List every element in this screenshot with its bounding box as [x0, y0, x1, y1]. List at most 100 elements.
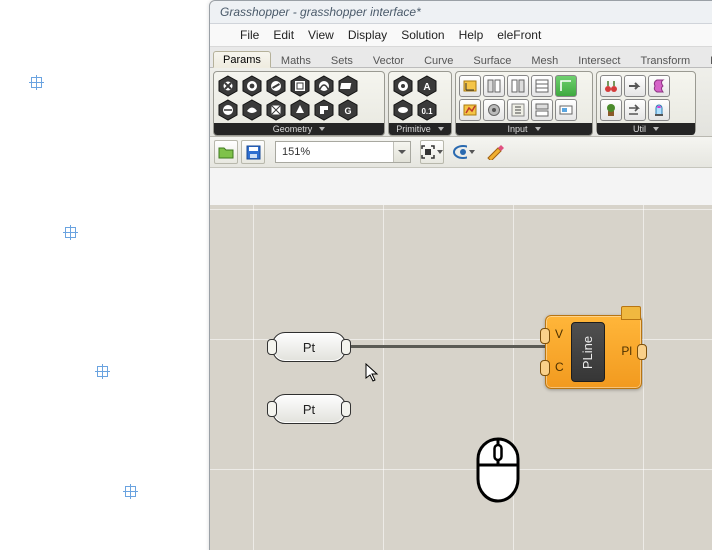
tab-sets[interactable]: Sets — [321, 52, 363, 68]
crop-marker — [65, 227, 76, 238]
param-point-node[interactable]: Pt — [272, 394, 346, 424]
geometry-icon[interactable] — [289, 75, 311, 97]
geometry-icon[interactable] — [265, 99, 287, 121]
geometry-icon[interactable] — [313, 75, 335, 97]
mouse-hint-icon — [475, 437, 521, 503]
util-icon[interactable] — [624, 75, 646, 97]
geometry-icon[interactable] — [217, 75, 239, 97]
menu-elefront[interactable]: eleFront — [497, 28, 541, 42]
output-port-pl[interactable]: Pl — [621, 344, 632, 358]
svg-text:A: A — [423, 82, 430, 93]
panel-label[interactable]: Geometry — [214, 123, 384, 135]
panel-label[interactable]: Input — [456, 123, 592, 135]
menu-solution[interactable]: Solution — [401, 28, 444, 42]
component-body[interactable]: PLine — [571, 322, 605, 382]
tab-curve[interactable]: Curve — [414, 52, 463, 68]
ribbon-panel-input: Input — [455, 71, 593, 136]
menu-file[interactable]: File — [240, 28, 259, 42]
input-icon[interactable] — [459, 99, 481, 121]
util-icon[interactable] — [600, 75, 622, 97]
geometry-icon[interactable]: G — [337, 99, 359, 121]
input-icon[interactable] — [531, 99, 553, 121]
ribbon-panel-geometry: G Geometry — [213, 71, 385, 136]
quick-toolbar: 151% — [210, 137, 712, 168]
crop-marker — [125, 486, 136, 497]
input-icon[interactable] — [483, 99, 505, 121]
app-window: Grasshopper - grasshopper interface* Fil… — [209, 0, 712, 550]
menu-edit[interactable]: Edit — [273, 28, 294, 42]
tab-intersect[interactable]: Intersect — [568, 52, 630, 68]
menu-help[interactable]: Help — [459, 28, 484, 42]
node-input-grip[interactable] — [540, 328, 550, 344]
svg-text:G: G — [344, 106, 351, 116]
ribbon: G Geometry A 0.1 Primitive — [210, 68, 712, 137]
crop-marker — [97, 366, 108, 377]
util-icon[interactable] — [648, 99, 670, 121]
svg-text:0.1: 0.1 — [421, 107, 433, 116]
sketch-button[interactable] — [484, 141, 506, 163]
primitive-icon[interactable] — [392, 99, 414, 121]
crop-marker — [31, 77, 42, 88]
tab-params[interactable]: Params — [213, 51, 271, 68]
wire[interactable] — [345, 345, 550, 348]
tab-surface[interactable]: Surface — [463, 52, 521, 68]
input-icon[interactable] — [531, 75, 553, 97]
component-label: PLine — [581, 335, 596, 368]
input-port-c[interactable]: C — [555, 360, 564, 374]
ribbon-panel-util: Util — [596, 71, 696, 134]
geometry-icon[interactable] — [289, 99, 311, 121]
node-output-grip[interactable] — [637, 344, 647, 360]
geometry-icon[interactable] — [241, 99, 263, 121]
save-button[interactable] — [241, 140, 265, 164]
menu-bar: File Edit View Display Solution Help ele… — [210, 24, 712, 47]
node-label: Pt — [303, 402, 315, 417]
primitive-icon[interactable]: 0.1 — [416, 99, 438, 121]
geometry-icon[interactable] — [265, 75, 287, 97]
util-icon[interactable] — [648, 75, 670, 97]
open-button[interactable] — [214, 140, 238, 164]
node-input-grip[interactable] — [540, 360, 550, 376]
panel-label[interactable]: Util — [597, 123, 695, 135]
tab-display-partial[interactable]: Displa — [700, 52, 712, 68]
tab-bar: Params Maths Sets Vector Curve Surface M… — [210, 47, 712, 68]
primitive-icon[interactable]: A — [416, 75, 438, 97]
input-port-v[interactable]: V — [555, 327, 563, 341]
component-warning-flag[interactable] — [621, 306, 641, 320]
menu-display[interactable]: Display — [348, 28, 387, 42]
tab-mesh[interactable]: Mesh — [521, 52, 568, 68]
node-input-grip[interactable] — [267, 339, 277, 355]
zoom-value: 151% — [282, 146, 310, 158]
polyline-component[interactable]: V C PLine Pl — [545, 315, 642, 389]
node-output-grip[interactable] — [341, 401, 351, 417]
zoom-extents-button[interactable] — [420, 140, 444, 164]
node-label: Pt — [303, 340, 315, 355]
ribbon-panel-primitive: A 0.1 Primitive — [388, 71, 452, 136]
input-icon[interactable] — [555, 75, 577, 97]
input-icon[interactable] — [459, 75, 481, 97]
util-icon[interactable] — [600, 99, 622, 121]
canvas[interactable]: Pt Pt V C PLine Pl — [210, 205, 712, 550]
geometry-icon[interactable] — [337, 75, 359, 97]
window-title: Grasshopper - grasshopper interface* — [210, 1, 712, 24]
input-icon[interactable] — [555, 99, 577, 121]
tab-transform[interactable]: Transform — [630, 52, 700, 68]
param-point-node[interactable]: Pt — [272, 332, 346, 362]
zoom-dropdown-icon[interactable] — [393, 142, 410, 162]
geometry-icon[interactable] — [217, 99, 239, 121]
cursor-icon — [365, 363, 379, 383]
zoom-combo[interactable]: 151% — [275, 141, 411, 163]
menu-view[interactable]: View — [308, 28, 334, 42]
input-icon[interactable] — [507, 75, 529, 97]
tab-vector[interactable]: Vector — [363, 52, 414, 68]
node-output-grip[interactable] — [341, 339, 351, 355]
node-input-grip[interactable] — [267, 401, 277, 417]
geometry-icon[interactable] — [241, 75, 263, 97]
preview-button[interactable] — [453, 141, 475, 163]
tab-maths[interactable]: Maths — [271, 52, 321, 68]
panel-label[interactable]: Primitive — [389, 123, 451, 135]
primitive-icon[interactable] — [392, 75, 414, 97]
geometry-icon[interactable] — [313, 99, 335, 121]
util-icon[interactable] — [624, 99, 646, 121]
input-icon[interactable] — [483, 75, 505, 97]
input-icon[interactable] — [507, 99, 529, 121]
